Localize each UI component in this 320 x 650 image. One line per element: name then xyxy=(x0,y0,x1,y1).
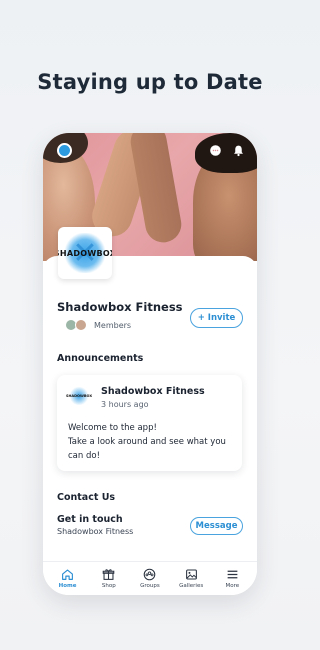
phone-mockup: ✕ SHADOWBOX Shadowbox Fitness Members + … xyxy=(43,133,257,595)
member-avatar xyxy=(75,319,87,331)
tab-shop[interactable]: Shop xyxy=(90,568,128,589)
announcement-time: 3 hours ago xyxy=(101,400,149,409)
menu-icon xyxy=(227,570,238,579)
announcement-body: Welcome to the app! Take a look around a… xyxy=(68,421,238,463)
contact-subtitle: Shadowbox Fitness xyxy=(57,527,134,536)
announcement-logo: SHADOWBOX xyxy=(65,386,93,406)
tab-home[interactable]: Home xyxy=(49,568,87,589)
bell-icon[interactable] xyxy=(232,144,245,157)
members-row[interactable]: Members xyxy=(65,319,131,331)
announcement-line-2: Take a look around and see what you can … xyxy=(68,437,226,461)
tab-label: More xyxy=(225,583,240,589)
announcement-logo-text: SHADOWBOX xyxy=(65,394,93,398)
tab-more[interactable]: More xyxy=(213,568,251,589)
org-name: Shadowbox Fitness xyxy=(57,300,183,314)
chat-icon[interactable] xyxy=(209,144,222,157)
announcement-author: Shadowbox Fitness xyxy=(101,386,205,397)
profile-avatar[interactable] xyxy=(57,143,72,158)
tab-label: Groups xyxy=(140,583,160,589)
home-icon xyxy=(62,569,74,580)
announcement-line-1: Welcome to the app! xyxy=(68,423,157,433)
tab-label: Home xyxy=(58,583,77,589)
members-label: Members xyxy=(94,320,132,330)
announcement-card[interactable]: SHADOWBOX Shadowbox Fitness 3 hours ago … xyxy=(57,375,242,471)
top-actions xyxy=(209,144,245,157)
page-headline: Staying up to Date xyxy=(37,70,263,94)
announcements-heading: Announcements xyxy=(57,353,144,364)
org-logo: ✕ SHADOWBOX xyxy=(58,227,112,279)
tab-groups[interactable]: Groups xyxy=(131,568,169,589)
gift-icon xyxy=(102,569,115,580)
contact-heading: Contact Us xyxy=(57,492,116,503)
groups-icon xyxy=(144,568,156,581)
invite-button[interactable]: + Invite xyxy=(190,308,243,328)
tab-galleries[interactable]: Galleries xyxy=(172,568,210,589)
message-button[interactable]: Message xyxy=(190,517,243,535)
get-in-touch-label: Get in touch xyxy=(57,514,123,525)
tab-label: Galleries xyxy=(179,583,204,589)
bottom-tab-bar: Home Shop Groups Galleries More xyxy=(43,561,257,595)
logo-text: SHADOWBOX xyxy=(58,248,112,258)
tab-label: Shop xyxy=(101,583,116,589)
image-icon xyxy=(185,569,197,580)
